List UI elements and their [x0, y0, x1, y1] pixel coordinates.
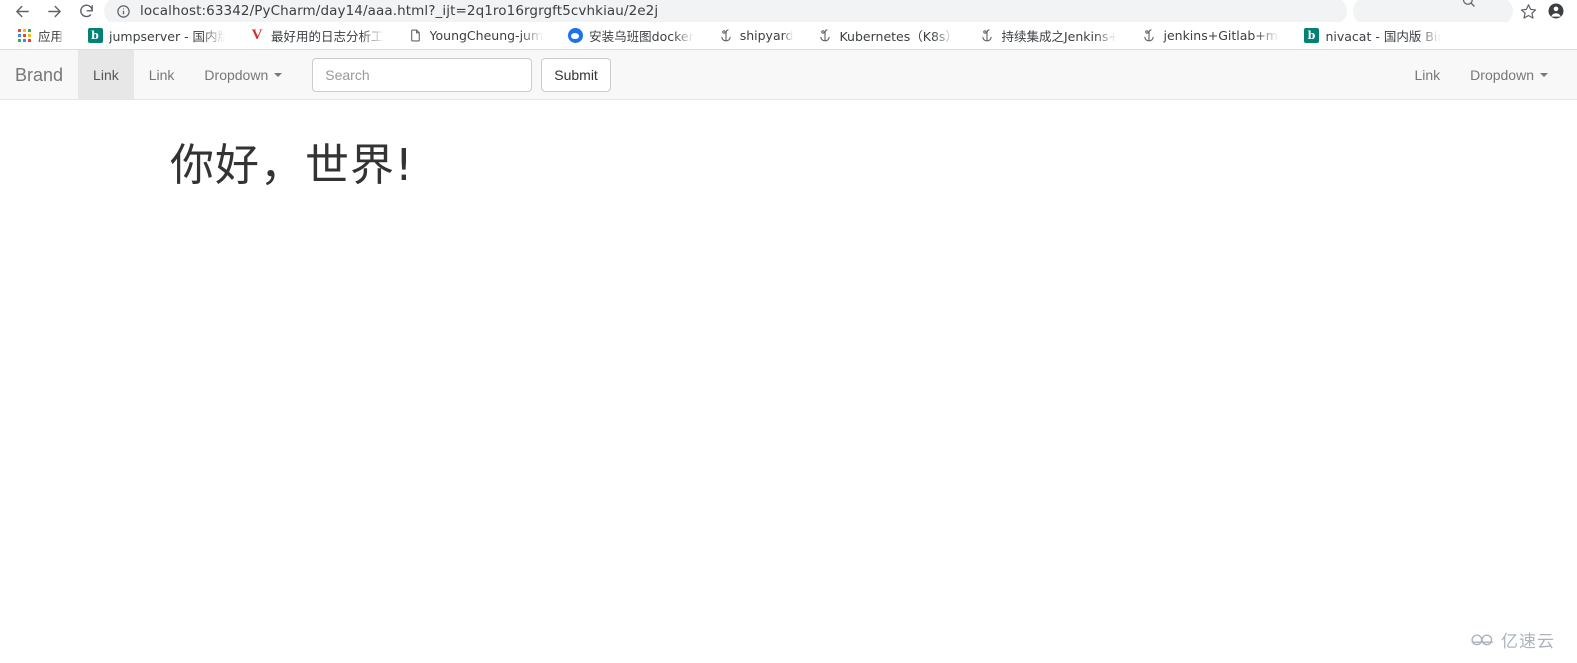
- nav-link-2[interactable]: Link: [134, 50, 190, 100]
- bookmark-item[interactable]: 持续集成之Jenkins+: [973, 25, 1123, 47]
- main-container: 你好，世界!: [0, 100, 1577, 190]
- bookmark-label: jenkins+Gitlab+ma: [1163, 28, 1280, 43]
- toolbar-right-controls: [1353, 0, 1569, 22]
- chevron-down-icon: [1540, 73, 1548, 77]
- bookmark-label: 应用: [38, 29, 64, 44]
- v-letter-icon: V: [251, 27, 263, 43]
- navbar-brand[interactable]: Brand: [0, 50, 78, 100]
- reload-icon[interactable]: [72, 0, 100, 22]
- bookmark-item[interactable]: 应用: [10, 25, 69, 47]
- bookmark-label: nivacat - 国内版 Bin: [1325, 29, 1442, 44]
- bookmark-label: 持续集成之Jenkins+: [1001, 29, 1118, 44]
- search-input[interactable]: [312, 58, 533, 92]
- bookmark-item[interactable]: b nivacat - 国内版 Bin: [1297, 25, 1447, 47]
- helm-icon: [817, 28, 833, 44]
- helm-icon: [979, 28, 995, 44]
- bookmark-item[interactable]: V 最好用的日志分析工: [243, 25, 390, 47]
- bookmark-label: jumpserver - 国内版: [109, 29, 226, 44]
- blue-circle-icon: [567, 28, 583, 44]
- helm-icon: [718, 28, 734, 44]
- browser-toolbar: localhost:63342/PyCharm/day14/aaa.html?_…: [0, 0, 1577, 22]
- helm-icon: [1141, 28, 1157, 44]
- nav-link-label: Link: [1414, 67, 1441, 83]
- chevron-down-icon: [274, 73, 283, 77]
- nav-link-1[interactable]: Link: [78, 50, 134, 100]
- profile-avatar-icon[interactable]: [1543, 0, 1569, 22]
- page-content: Brand Link Link Dropdown Submit Link Dro…: [0, 50, 1577, 662]
- navbar-left-group: Brand Link Link Dropdown Submit: [0, 50, 626, 100]
- nav-dropdown-label: Dropdown: [204, 67, 269, 83]
- bookmark-label: Kubernetes（K8s）: [839, 29, 956, 44]
- bookmark-item[interactable]: YoungCheung-jum: [402, 25, 550, 47]
- bookmark-item[interactable]: shipyard: [712, 25, 800, 47]
- info-circle-icon[interactable]: [112, 0, 134, 22]
- watermark-text: 亿速云: [1501, 632, 1555, 652]
- bookmark-star-icon[interactable]: [1515, 0, 1541, 22]
- bookmarks-bar: 应用 b jumpserver - 国内版 V 最好用的日志分析工 YoungC…: [0, 22, 1577, 50]
- url-text: localhost:63342/PyCharm/day14/aaa.html?_…: [140, 3, 659, 19]
- nav-link-label: Link: [93, 67, 119, 83]
- watermark: 亿速云: [1470, 627, 1555, 652]
- bookmark-item[interactable]: 安装乌班图docker: [561, 25, 700, 47]
- address-bar[interactable]: localhost:63342/PyCharm/day14/aaa.html?_…: [104, 0, 1347, 22]
- nav-link-right[interactable]: Link: [1399, 50, 1455, 100]
- navbar-right-group: Link Dropdown: [1399, 50, 1577, 99]
- magnifier-icon[interactable]: [1461, 0, 1476, 13]
- nav-dropdown-label: Dropdown: [1470, 67, 1534, 83]
- zoom-progress-widget[interactable]: [1353, 0, 1513, 22]
- apps-grid-icon: [16, 28, 32, 44]
- cloud-icon: [1470, 632, 1496, 647]
- bookmark-label: 最好用的日志分析工: [271, 29, 384, 44]
- back-arrow-icon[interactable]: [8, 0, 36, 22]
- bing-b-icon: b: [1303, 28, 1319, 44]
- bookmark-label: YoungCheung-jum: [429, 28, 544, 43]
- bookmark-item[interactable]: jenkins+Gitlab+ma: [1135, 25, 1285, 47]
- bookmark-item[interactable]: Kubernetes（K8s）: [811, 25, 961, 47]
- submit-button[interactable]: Submit: [541, 58, 611, 92]
- document-icon: [408, 28, 424, 44]
- navigation-buttons: [8, 0, 100, 22]
- page-title: 你好，世界!: [170, 140, 414, 191]
- browser-chrome: localhost:63342/PyCharm/day14/aaa.html?_…: [0, 0, 1577, 50]
- site-navbar: Brand Link Link Dropdown Submit Link Dro…: [0, 50, 1577, 100]
- nav-link-label: Link: [148, 67, 175, 83]
- bookmark-item[interactable]: b jumpserver - 国内版: [81, 25, 231, 47]
- nav-dropdown-right[interactable]: Dropdown: [1455, 50, 1563, 100]
- nav-dropdown-left[interactable]: Dropdown: [189, 50, 297, 100]
- forward-arrow-icon[interactable]: [40, 0, 68, 22]
- bing-b-icon: b: [87, 28, 103, 44]
- bookmark-label: shipyard: [739, 28, 794, 43]
- navbar-search-form: Submit: [297, 50, 626, 100]
- bookmark-label: 安装乌班图docker: [589, 29, 694, 44]
